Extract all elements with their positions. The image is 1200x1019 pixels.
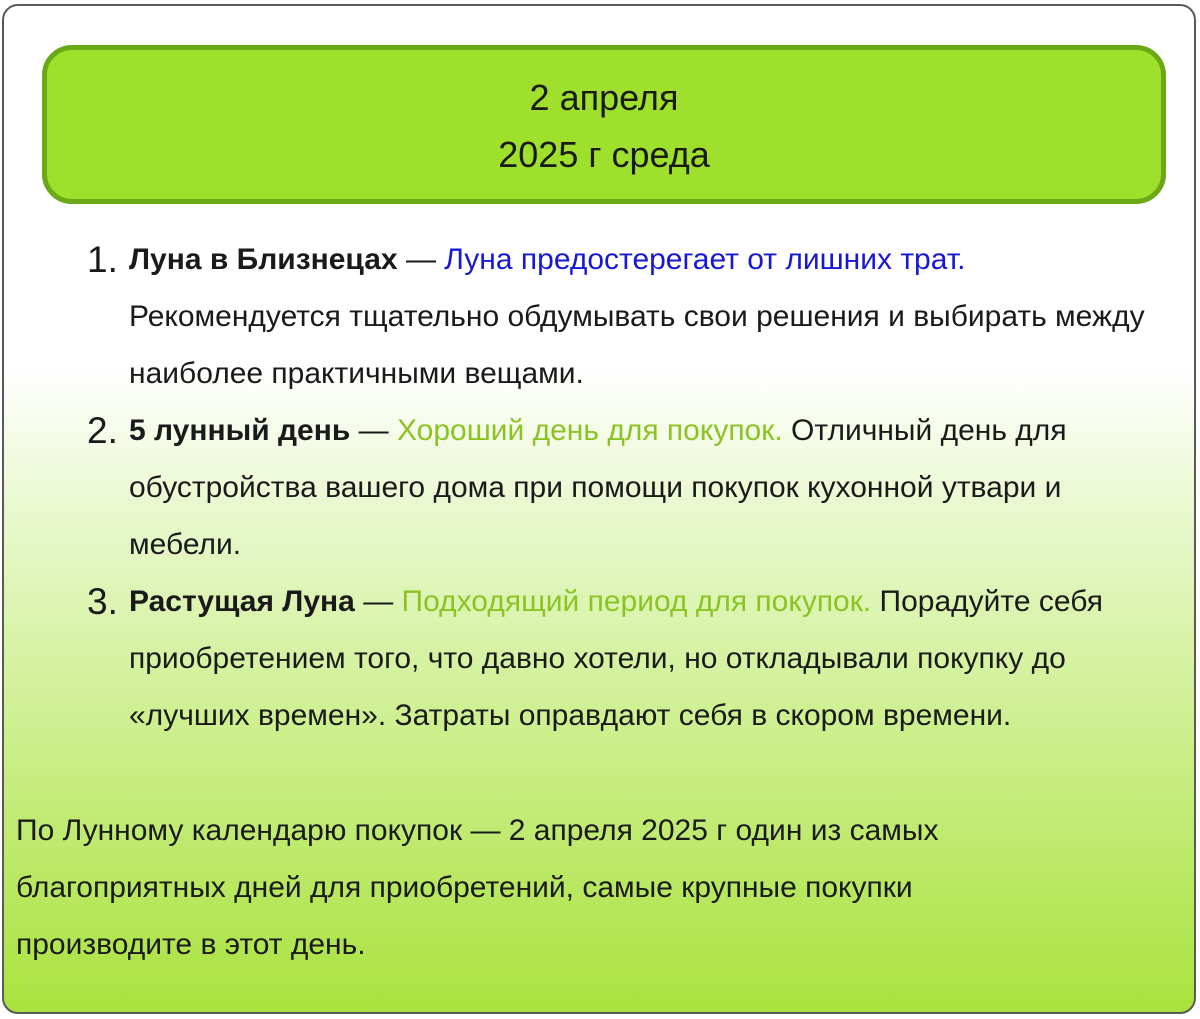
item-term: Растущая Луна — [129, 585, 355, 618]
item-highlight: Луна предостерегает от лишних трат. — [444, 243, 966, 276]
forecast-list: 1. Луна в Близнецах — Луна предостерегае… — [4, 231, 1194, 744]
item-term: 5 лунный день — [129, 414, 351, 447]
summary-paragraph: По Лунному календарю покупок — 2 апреля … — [16, 814, 939, 961]
list-item: 3. Растущая Луна — Подходящий период для… — [4, 573, 1194, 744]
item-number: 2. — [87, 410, 118, 451]
item-number: 1. — [87, 239, 118, 280]
item-dash: — — [354, 585, 402, 618]
item-dash: — — [350, 414, 397, 447]
list-item: 1. Луна в Близнецах — Луна предостерегае… — [4, 231, 1194, 402]
card: 2 апреля 2025 г среда 1. Луна в Близнеца… — [2, 4, 1196, 1014]
item-highlight: Хороший день для покупок. — [396, 414, 783, 447]
date-header: 2 апреля 2025 г среда — [42, 45, 1166, 204]
item-highlight: Подходящий период для покупок. — [401, 585, 872, 618]
header-date: 2 апреля — [529, 77, 679, 118]
header-year-weekday: 2025 г среда — [498, 134, 710, 175]
list-item: 2. 5 лунный день — Хороший день для поку… — [4, 402, 1194, 573]
item-text: Рекомендуется тщательно обдумывать свои … — [129, 300, 1145, 390]
item-number: 3. — [87, 581, 118, 622]
item-term: Луна в Близнецах — [129, 243, 398, 276]
item-dash: — — [397, 243, 445, 276]
